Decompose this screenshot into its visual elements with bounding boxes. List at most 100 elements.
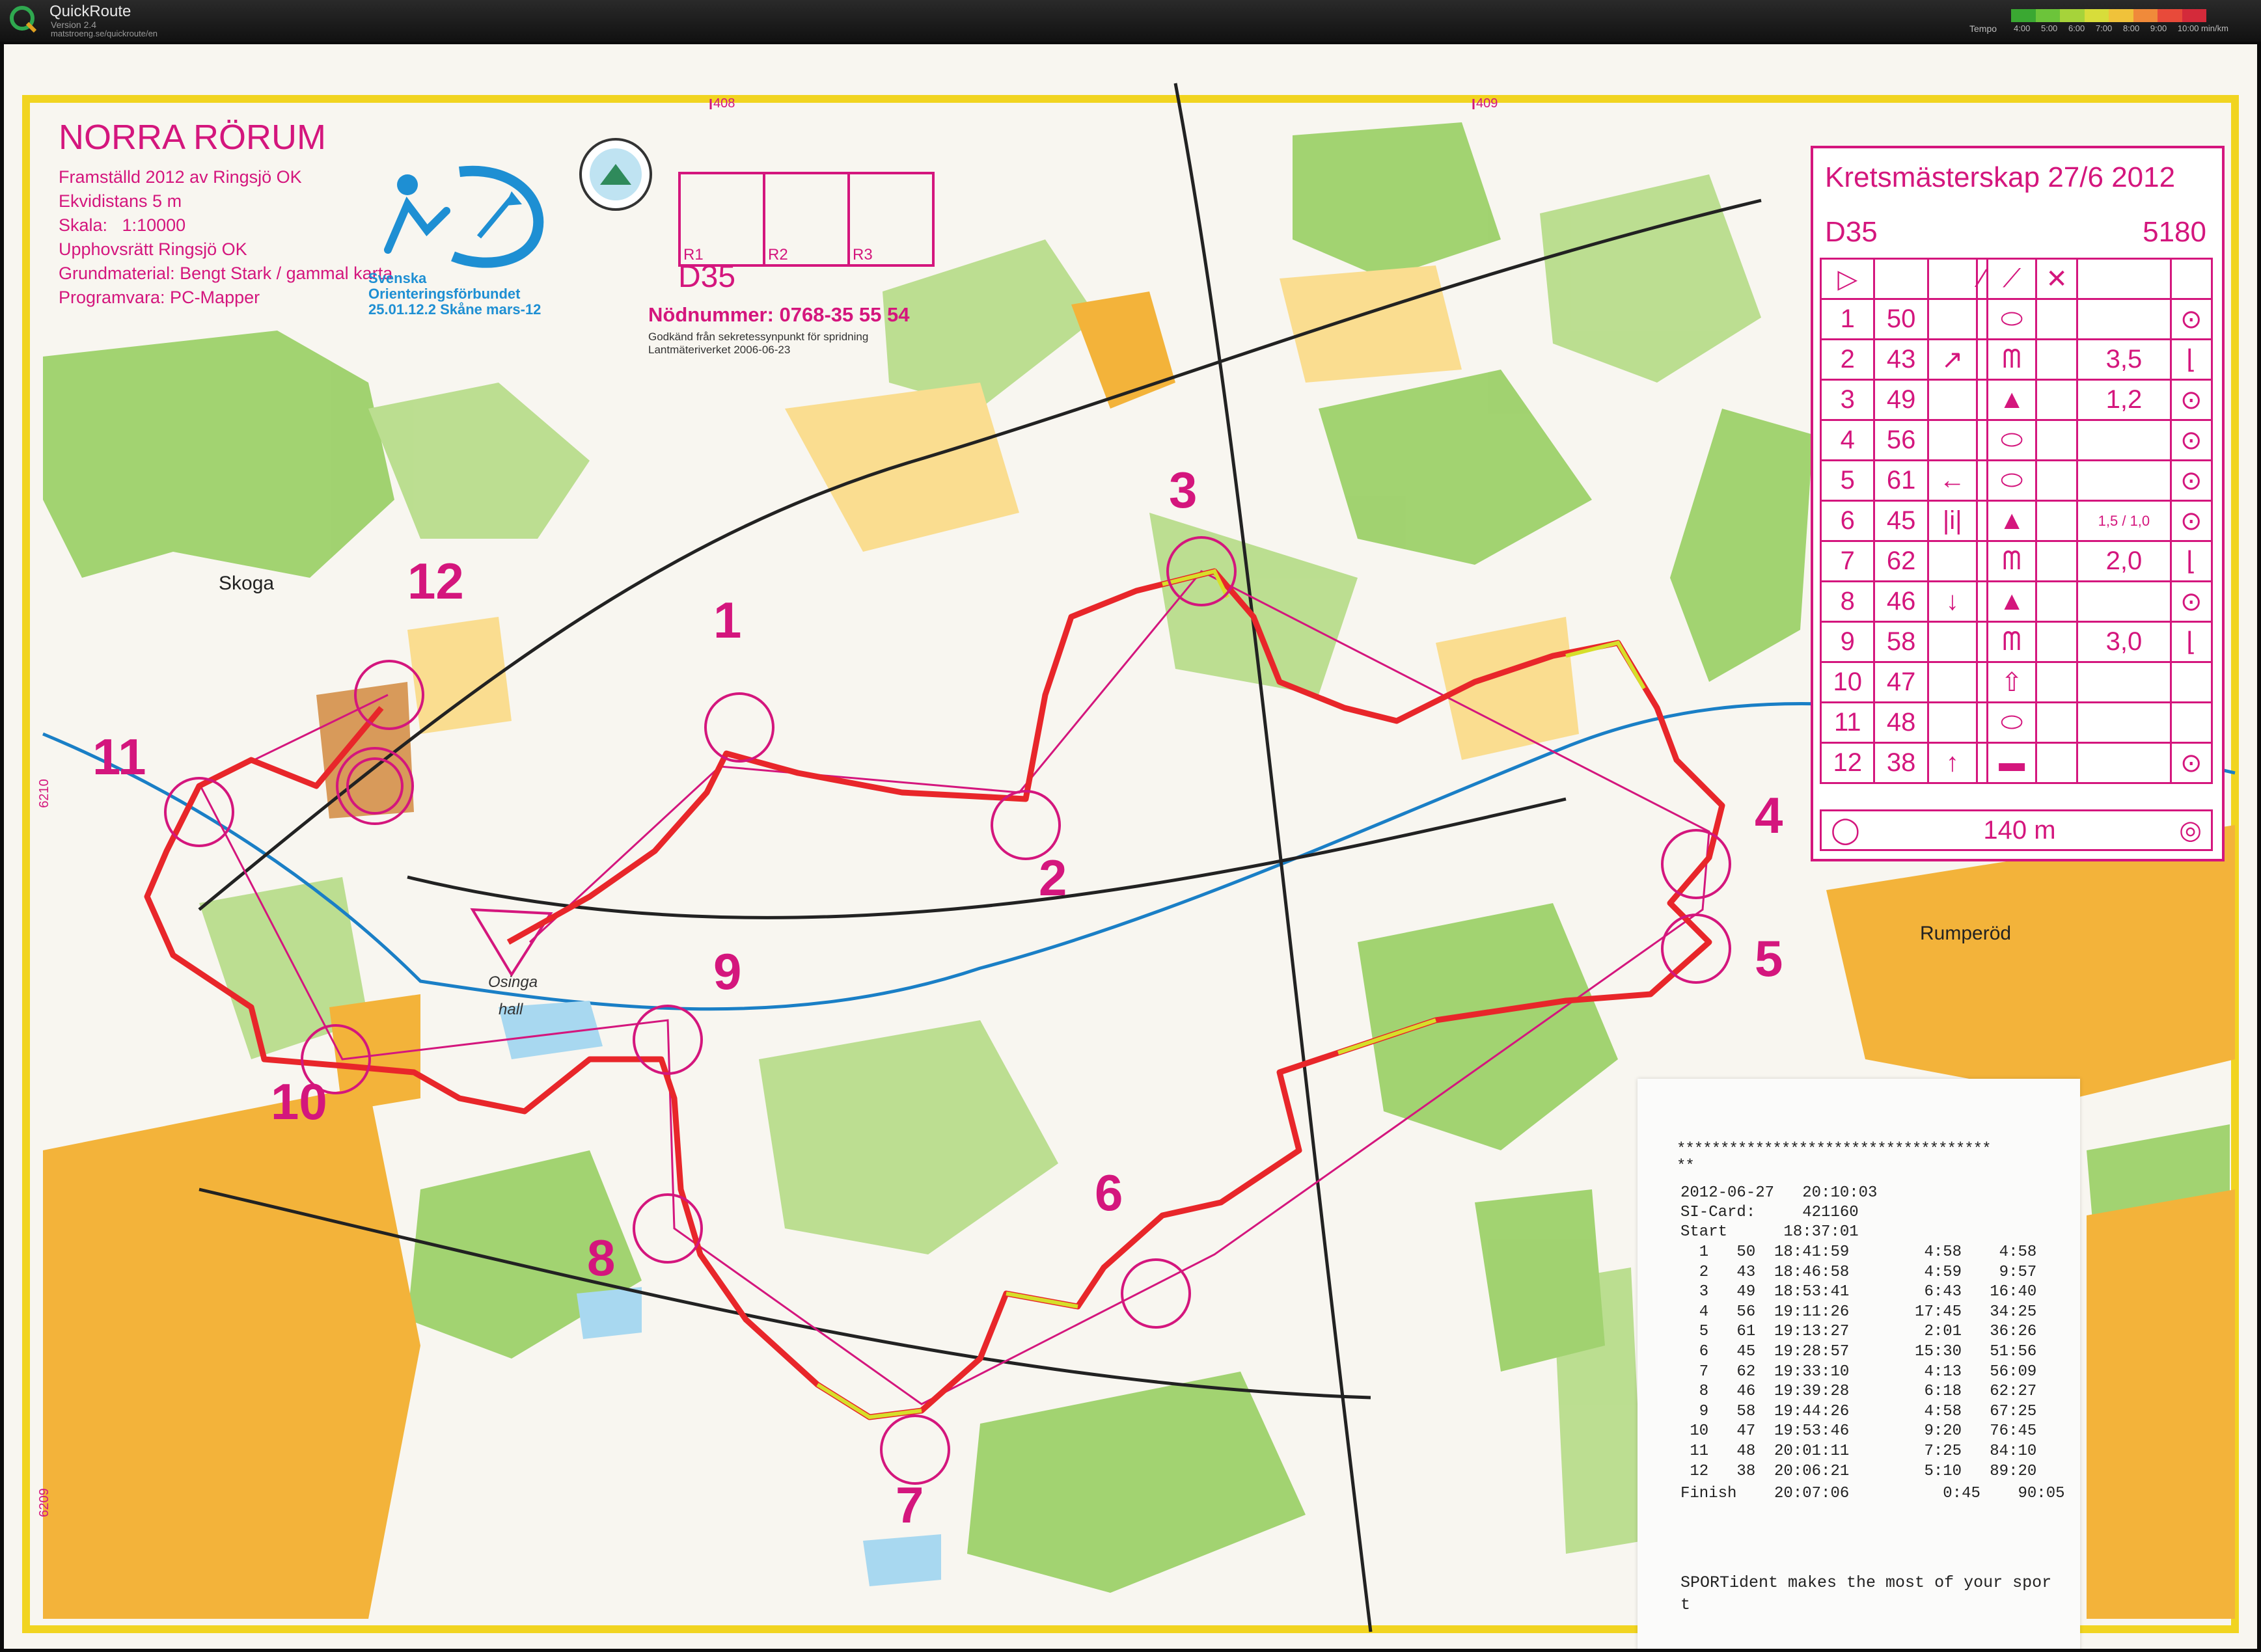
dimension [2076, 298, 2172, 340]
row-number: 12 [1819, 742, 1876, 784]
dimension [2076, 661, 2172, 703]
place-rumperod: Rumperöd [1920, 923, 2012, 944]
row-number: 4 [1819, 419, 1876, 461]
location-icon: ⌊ [2169, 621, 2213, 663]
finish-description-row: ◯ 140 m ◎ [1820, 809, 2213, 851]
place-hall: hall [499, 1001, 523, 1018]
dimension [2076, 580, 2172, 623]
blank [1975, 701, 1989, 744]
tempo-color-4 [2109, 9, 2133, 22]
emergency-number: Nödnummer: 0768-35 55 54 [648, 303, 910, 326]
place-osinga: Osinga [488, 973, 538, 991]
location-icon: ⊙ [2169, 298, 2213, 340]
direction: ↑ [1926, 742, 1978, 784]
tempo-scale-ticks: 4:00 5:00 6:00 7:00 8:00 9:00 10:00 min/km [2014, 23, 2228, 33]
control-number-11: 11 [92, 728, 146, 785]
receipt-split-line: 12 38 20:06:21 5:10 89:20 [1680, 1462, 2037, 1480]
direction [1926, 298, 1978, 340]
location-icon: ⌊ [2169, 338, 2213, 381]
direction [1926, 621, 1978, 663]
app-titlebar: QuickRoute Version 2.4 matstroeng.se/qui… [0, 0, 2261, 42]
receipt-split-line: 6 45 19:28:57 15:30 51:56 [1680, 1342, 2037, 1361]
blank [2035, 580, 2079, 623]
control-number-3: 3 [1169, 461, 1198, 519]
si-receipt: ************************************ ** … [1638, 1079, 2080, 1649]
row-number: 6 [1819, 500, 1876, 542]
receipt-finish: Finish 20:07:06 0:45 90:05 [1680, 1485, 2065, 1502]
row-number: 9 [1819, 621, 1876, 663]
row-number: 8 [1819, 580, 1876, 623]
control-number-9: 9 [713, 943, 742, 1000]
direction [1926, 379, 1978, 421]
feature-triangle-icon: ▲ [1986, 580, 2037, 623]
start-triangle-icon: ▷ [1819, 258, 1876, 300]
appearance-icon: ✕ [2035, 258, 2079, 300]
description-title: Kretsmästerskap 27/6 2012 [1825, 161, 2176, 193]
tempo-tick: 7:00 [2095, 23, 2113, 33]
row-number: 11 [1819, 701, 1876, 744]
description-row: 8 46 ↓ ▲ ⊙ [1819, 580, 2213, 623]
blank [2035, 742, 2079, 784]
blank [1975, 500, 1989, 542]
control-number-8: 8 [587, 1229, 616, 1286]
tempo-color-6 [2158, 9, 2182, 22]
location-icon: ⊙ [2169, 580, 2213, 623]
class-label: D35 [678, 260, 736, 294]
blank [1975, 742, 1989, 784]
blank [2035, 661, 2079, 703]
description-table: ▷ ⁄ ⟋ ✕ 1 50 ⬭ ⊙ 2 43 ↗ ᗰ 3,5 ⌊ 3 49 ▲ 1,2 ⊙ 4 56 ⬭ ⊙ 5 61 ← ⬭… [1819, 258, 2213, 784]
finish-circle-icon: ◎ [2179, 816, 2202, 845]
feature-arrowup-icon: ⇧ [1986, 661, 2037, 703]
grid-number-408: 408 [713, 96, 735, 111]
orienteering-map[interactable]: NORRA RÖRUM Framställd 2012 av Ringsjö O… [4, 44, 2257, 1649]
receipt-datetime: 2012-06-27 20:10:03 [1680, 1184, 1878, 1202]
tempo-tick: 4:00 [2014, 23, 2031, 33]
direction: ← [1926, 459, 1978, 502]
tempo-color-1 [2035, 9, 2060, 22]
place-skoga: Skoga [219, 573, 275, 594]
control-code: 46 [1873, 580, 1929, 623]
blank [2035, 540, 2079, 582]
location-icon [2169, 661, 2213, 703]
tempo-color-5 [2133, 9, 2158, 22]
dimension: 3,5 [2076, 338, 2172, 381]
feature-ellipse-icon: ⬭ [1986, 459, 2037, 502]
tempo-color-3 [2084, 9, 2109, 22]
app-name: QuickRoute [49, 3, 131, 20]
control-code: 61 [1873, 459, 1929, 502]
control-number-1: 1 [713, 591, 742, 649]
feature-ellipse-icon: ⬭ [1986, 701, 2037, 744]
control-number-7: 7 [896, 1476, 924, 1534]
control-number-2: 2 [1039, 849, 1067, 906]
tempo-color-0 [2011, 9, 2036, 22]
receipt-stars: ************************************ ** [1677, 1141, 1991, 1175]
control-number-5: 5 [1755, 930, 1783, 987]
row-number: 7 [1819, 540, 1876, 582]
direction [1926, 661, 1978, 703]
dimension [2076, 701, 2172, 744]
description-row: 10 47 ⇧ [1819, 661, 2213, 703]
receipt-split-line: 1 50 18:41:59 4:58 4:58 [1680, 1243, 2037, 1261]
feature-ellipse-icon: ⬭ [1986, 298, 2037, 340]
feature-triangle-icon: ▲ [1986, 379, 2037, 421]
location-icon: ⊙ [2169, 419, 2213, 461]
receipt-split-line: 2 43 18:46:58 4:59 9:57 [1680, 1263, 2037, 1281]
tempo-color-2 [2060, 9, 2085, 22]
federation-logo-icon [384, 165, 544, 268]
control-code: 38 [1873, 742, 1929, 784]
description-row: 6 45 |i| ▲ 1,5 / 1,0 ⊙ [1819, 500, 2213, 542]
receipt-split-line: 11 48 20:01:11 7:25 84:10 [1680, 1442, 2037, 1460]
feature-rect-icon: ▬ [1986, 742, 2037, 784]
blank [2035, 338, 2079, 381]
direction: ↗ [1926, 338, 1978, 381]
tempo-color-7 [2182, 9, 2206, 22]
control-code: 62 [1873, 540, 1929, 582]
blank [1975, 419, 1989, 461]
control-code: 56 [1873, 419, 1929, 461]
feature-comb-icon: ᗰ [1986, 621, 2037, 663]
blank [2035, 621, 2079, 663]
description-row: 9 58 ᗰ 3,0 ⌊ [1819, 621, 2213, 663]
blank [1975, 580, 1989, 623]
direction: |i| [1926, 500, 1978, 542]
relay-boxes [678, 172, 935, 267]
